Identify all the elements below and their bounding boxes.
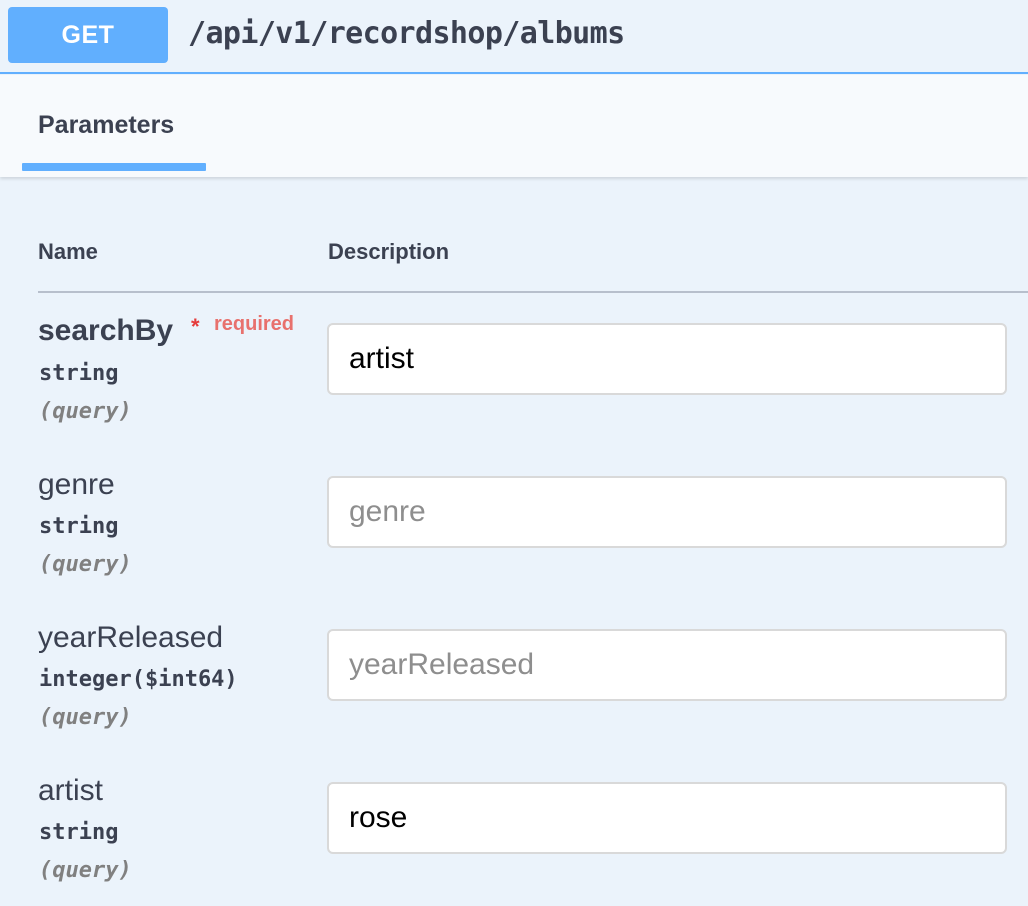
- param-location: (query): [39, 705, 132, 730]
- param-location: (query): [39, 858, 132, 883]
- param-location: (query): [39, 552, 132, 577]
- required-asterisk: *: [191, 314, 200, 339]
- param-name: genre: [38, 468, 115, 501]
- param-location: (query): [39, 399, 132, 424]
- endpoint-path: /api/v1/recordshop/albums: [188, 16, 625, 51]
- column-header-description: Description: [328, 239, 450, 264]
- tab-parameters[interactable]: Parameters: [38, 111, 174, 140]
- param-type: string: [39, 514, 119, 539]
- operation-summary[interactable]: GET /api/v1/recordshop/albums: [0, 0, 1028, 74]
- header-divider: [38, 291, 1028, 293]
- param-type: integer($int64): [39, 667, 238, 692]
- param-name: artist: [38, 774, 104, 807]
- artist-input[interactable]: [327, 782, 1007, 854]
- genre-input[interactable]: [327, 476, 1007, 548]
- yearReleased-input[interactable]: [327, 629, 1007, 701]
- param-type: string: [39, 361, 119, 386]
- required-label: required: [214, 313, 295, 335]
- method-badge: GET: [8, 7, 168, 63]
- parameters-tab-header: Parameters: [0, 75, 1028, 177]
- param-name: searchBy: [38, 314, 174, 347]
- param-name: yearReleased: [38, 621, 224, 654]
- active-tab-indicator: [22, 163, 206, 171]
- searchBy-input[interactable]: [327, 323, 1007, 395]
- param-type: string: [39, 820, 119, 845]
- column-header-name: Name: [38, 239, 98, 264]
